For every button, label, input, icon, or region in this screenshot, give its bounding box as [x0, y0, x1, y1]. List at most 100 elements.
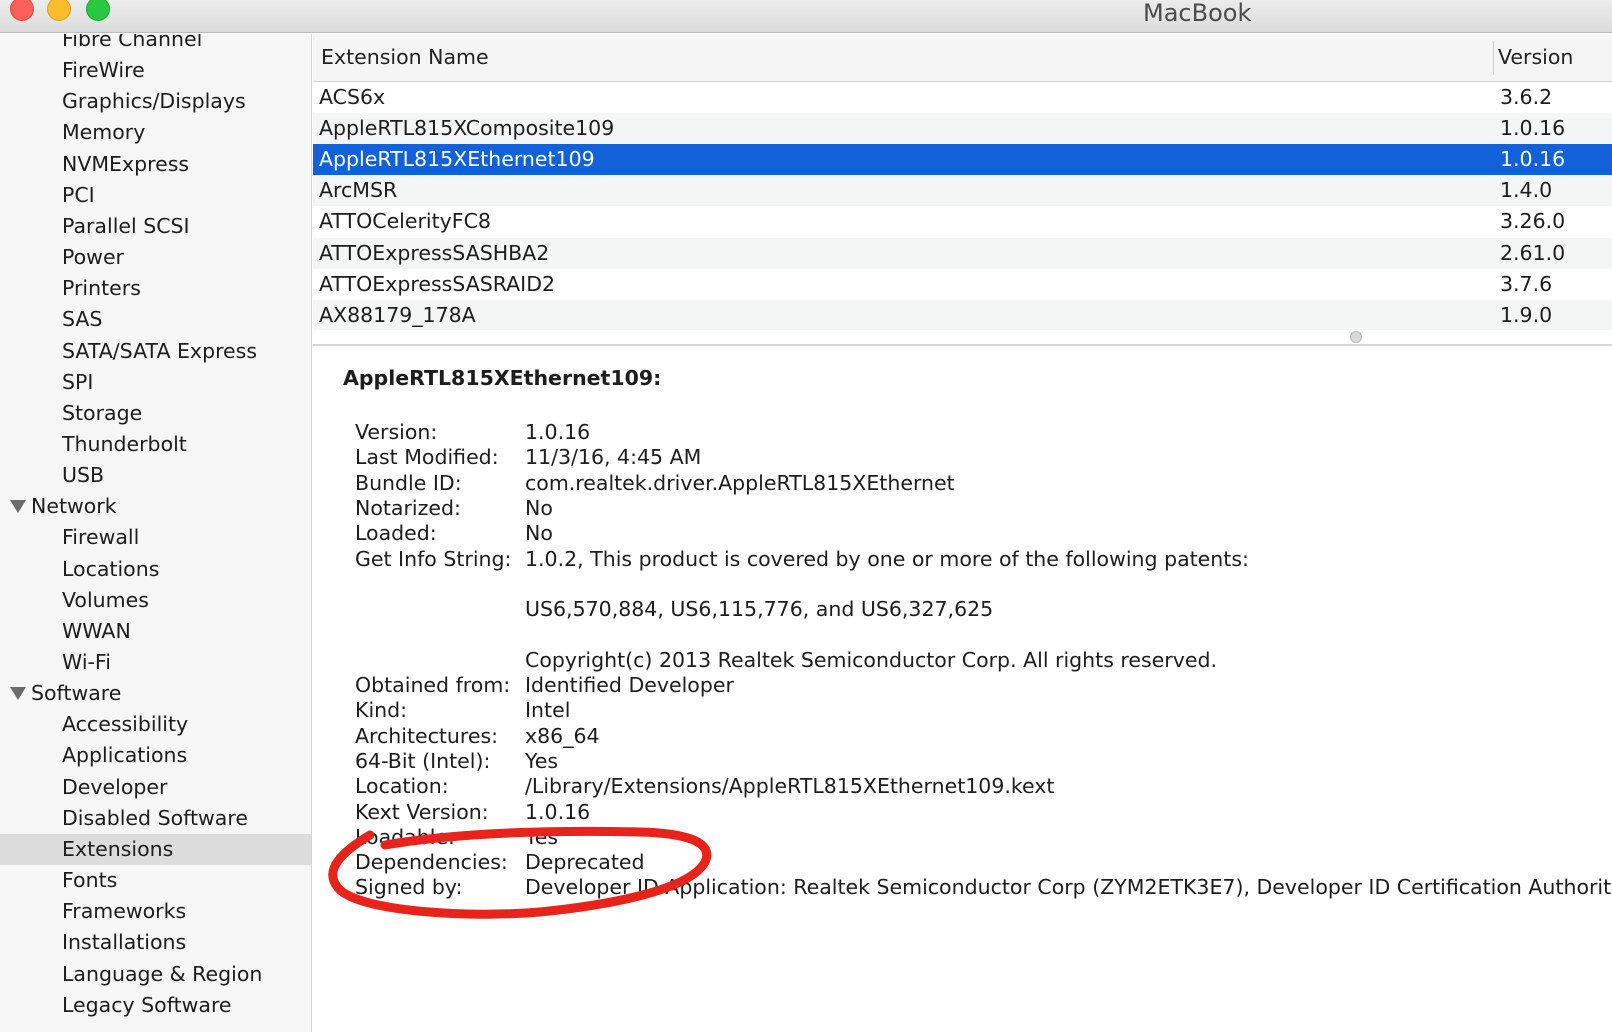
sidebar-item-fibre-channel[interactable]: Fibre Channel: [0, 34, 311, 55]
sidebar-item-fonts[interactable]: Fonts: [0, 865, 311, 896]
sidebar-item-label: Thunderbolt: [62, 431, 187, 456]
table-row[interactable]: AppleRTL815XComposite109 1.0.16: [313, 113, 1612, 145]
sidebar-item-sas[interactable]: SAS: [0, 304, 311, 335]
sidebar-item-label: Fibre Channel: [62, 34, 203, 51]
table-row[interactable]: ArcMSR 1.4.0: [313, 175, 1612, 207]
sidebar-item-label: Network: [31, 494, 117, 519]
sidebar-item-usb[interactable]: USB: [0, 460, 311, 491]
sidebar-item-label: Wi-Fi: [62, 650, 111, 674]
sidebar-item-label: USB: [62, 463, 105, 488]
sidebar-item-parallel-scsi[interactable]: Parallel SCSI: [0, 211, 311, 242]
extensions-table: ACS6x 3.6.2 AppleRTL815XComposite109 1.0.16…: [313, 82, 1612, 330]
sidebar-item-frameworks[interactable]: Frameworks: [0, 896, 311, 927]
detail-value: US6,570,884, US6,115,776, and US6,327,62…: [525, 597, 994, 622]
sidebar-item-memory[interactable]: Memory: [0, 117, 311, 148]
table-row[interactable]: AX88179_178A 1.9.0: [313, 299, 1612, 330]
table-row[interactable]: ATTOExpressSASRAID2 3.7.6: [313, 269, 1612, 300]
detail-row: Dependencies: Deprecated: [313, 850, 1612, 875]
table-row[interactable]: AppleRTL815XEthernet109 1.0.16: [313, 144, 1612, 176]
sidebar-item-label: Power: [62, 245, 124, 270]
sidebar-item-label: NVMExpress: [62, 151, 190, 176]
sidebar-item-label: Volumes: [62, 587, 149, 612]
sidebar-item-developer[interactable]: Developer: [0, 772, 311, 803]
sidebar-item-label: Locations: [62, 556, 160, 581]
detail-key: Loaded:: [355, 521, 437, 546]
detail-key: Dependencies:: [355, 850, 508, 875]
detail-value: Yes: [525, 824, 559, 849]
detail-row: Location: /Library/Extensions/AppleRTL815…: [313, 774, 1612, 799]
sidebar-item-extensions[interactable]: Extensions: [0, 833, 311, 865]
sidebar-item-locations[interactable]: Locations: [0, 554, 311, 585]
sidebar-item-wi-fi[interactable]: Wi-Fi: [0, 647, 311, 678]
detail-key: Signed by:: [355, 875, 463, 900]
sidebar-item-label: Installations: [62, 930, 187, 955]
title-bar: MacBook: [0, 0, 1612, 33]
table-row[interactable]: ATTOCelerityFC8 3.26.0: [313, 206, 1612, 237]
detail-key: Obtained from:: [355, 673, 511, 697]
detail-value: Intel: [525, 698, 571, 723]
sidebar-item-applications[interactable]: Applications: [0, 740, 311, 771]
sidebar-item-label: Graphics/Displays: [62, 89, 246, 114]
sidebar-item-label: Extensions: [62, 836, 174, 861]
sidebar-item-volumes[interactable]: Volumes: [0, 585, 311, 616]
extension-name-cell: AX88179_178A: [319, 302, 476, 327]
detail-value: com.realtek.driver.AppleRTL815XEthernet: [525, 470, 955, 495]
sidebar-item-label: SPI: [62, 369, 94, 394]
version-cell: 1.9.0: [1500, 302, 1553, 327]
extension-name-cell: AppleRTL815XEthernet109: [319, 147, 595, 172]
detail-pane: AppleRTL815XEthernet109: Version: 1.0.16 L…: [313, 346, 1612, 1032]
detail-value: 1.0.2, This product is covered by one or…: [525, 546, 1249, 571]
detail-row: Kext Version: 1.0.16: [313, 800, 1612, 825]
column-separator[interactable]: [1493, 41, 1494, 75]
sidebar-item-thunderbolt[interactable]: Thunderbolt: [0, 429, 311, 460]
table-row[interactable]: ATTOExpressSASHBA2 2.61.0: [313, 237, 1612, 269]
sidebar-section-network[interactable]: Network: [0, 491, 311, 522]
close-window-button[interactable]: [10, 0, 34, 21]
sidebar-item-nvmexpress[interactable]: NVMExpress: [0, 149, 311, 180]
sidebar-section-software[interactable]: Software: [0, 678, 311, 709]
version-cell: 1.4.0: [1500, 178, 1553, 203]
version-cell: 1.0.16: [1500, 147, 1566, 172]
detail-value: /Library/Extensions/AppleRTL815XEthernet…: [525, 774, 1055, 799]
sidebar-item-label: Storage: [62, 400, 143, 425]
extension-name-cell: ATTOExpressSASHBA2: [319, 240, 550, 265]
disclosure-triangle-icon[interactable]: [10, 500, 26, 514]
sidebar-item-power[interactable]: Power: [0, 242, 311, 273]
detail-value: 11/3/16, 4:45 AM: [525, 445, 702, 470]
detail-row: Loaded: No: [313, 521, 1612, 546]
sidebar-item-legacy-software[interactable]: Legacy Software: [0, 990, 311, 1021]
sidebar-item-pci[interactable]: PCI: [0, 180, 311, 211]
sidebar-item-firewall[interactable]: Firewall: [0, 522, 311, 553]
sidebar-item-graphics-displays[interactable]: Graphics/Displays: [0, 86, 311, 117]
table-row[interactable]: ACS6x 3.6.2: [313, 82, 1612, 113]
column-header-extension-name[interactable]: Extension Name: [321, 34, 489, 80]
version-cell: 2.61.0: [1500, 240, 1566, 265]
sidebar-item-label: SATA/SATA Express: [62, 338, 258, 363]
detail-key: Notarized:: [355, 495, 461, 520]
disclosure-triangle-icon[interactable]: [10, 687, 26, 701]
extension-name-cell: AppleRTL815XComposite109: [319, 116, 615, 141]
extension-name-cell: ACS6x: [319, 85, 386, 109]
sidebar-item-label: Software: [31, 681, 122, 706]
sidebar-item-wwan[interactable]: WWAN: [0, 616, 311, 647]
sidebar-item-storage[interactable]: Storage: [0, 398, 311, 429]
sidebar-item-printers[interactable]: Printers: [0, 273, 311, 304]
sidebar-item-sata-sata-express[interactable]: SATA/SATA Express: [0, 336, 311, 367]
zoom-window-button[interactable]: [86, 0, 110, 21]
detail-value: Copyright(c) 2013 Realtek Semiconductor …: [525, 647, 1217, 672]
sidebar-item-disabled-software[interactable]: Disabled Software: [0, 803, 311, 834]
sidebar-item-spi[interactable]: SPI: [0, 367, 311, 398]
split-view-handle[interactable]: [1350, 331, 1362, 343]
detail-row: Notarized: No: [313, 496, 1612, 521]
detail-key: Last Modified:: [355, 445, 499, 470]
sidebar-item-accessibility[interactable]: Accessibility: [0, 709, 311, 740]
sidebar-item-firewire[interactable]: FireWire: [0, 55, 311, 86]
sidebar-item-label: Firewall: [62, 525, 140, 550]
sidebar-item-language-region[interactable]: Language & Region: [0, 959, 311, 990]
minimize-window-button[interactable]: [47, 0, 71, 21]
detail-row: Version: 1.0.16: [313, 420, 1612, 445]
detail-row: Get Info String: 1.0.2, This product is c…: [313, 547, 1612, 572]
sidebar-item-label: Developer: [62, 774, 168, 799]
column-header-version[interactable]: Version: [1498, 34, 1573, 80]
sidebar-item-installations[interactable]: Installations: [0, 927, 311, 958]
